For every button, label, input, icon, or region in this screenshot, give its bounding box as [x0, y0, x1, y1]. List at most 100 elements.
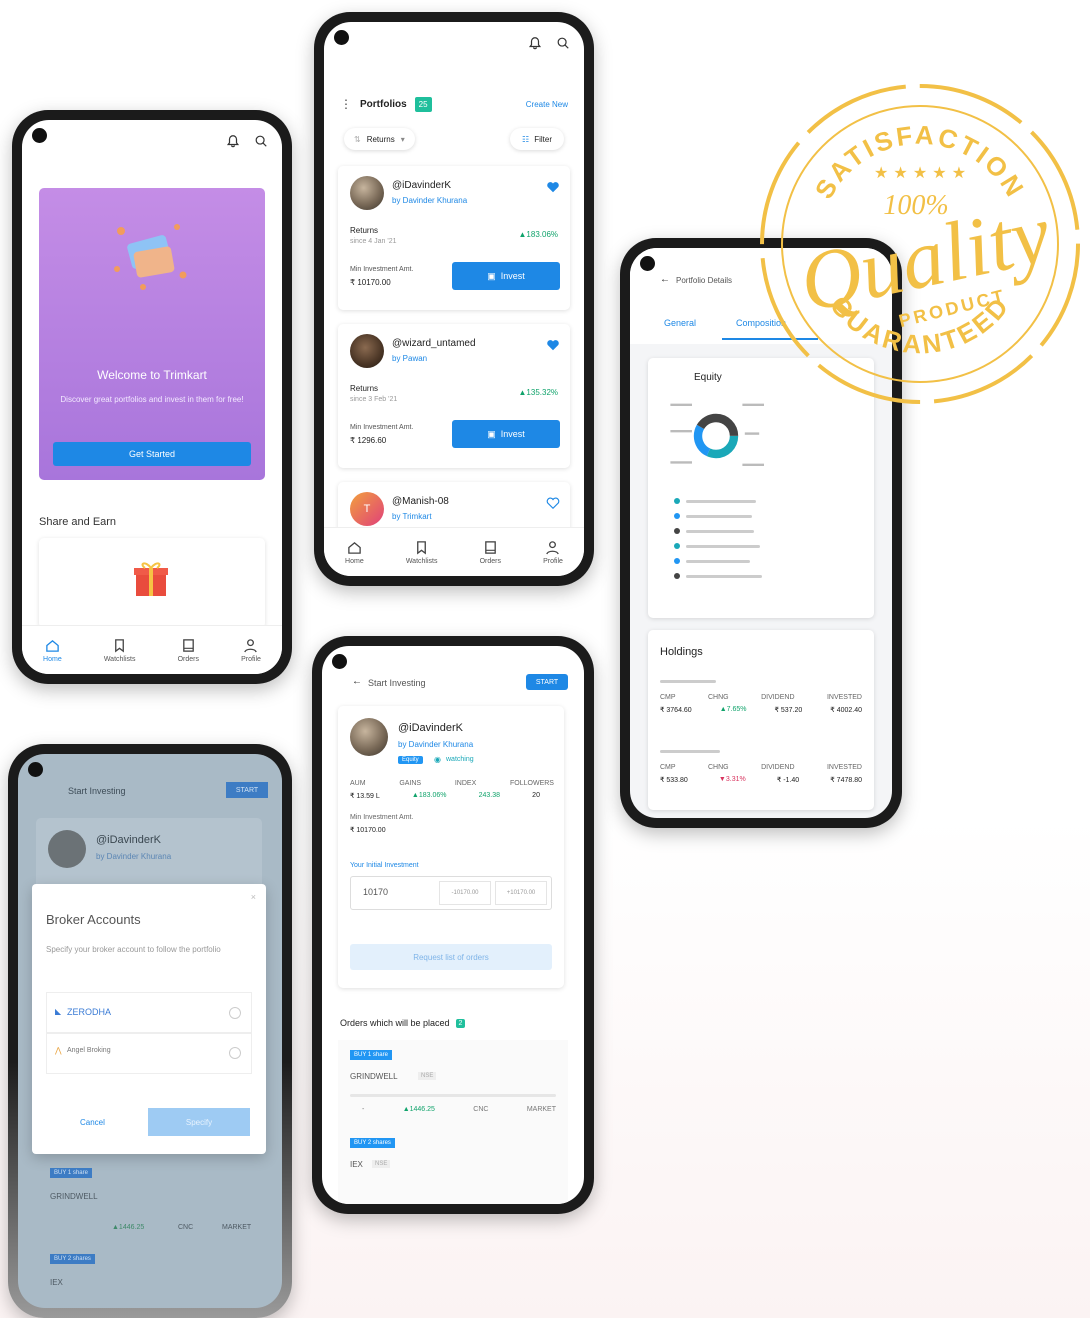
cancel-button[interactable]: Cancel — [80, 1118, 105, 1127]
portfolio-author: by Davinder Khurana — [392, 196, 468, 205]
front-camera — [32, 128, 47, 143]
broker-title: Broker Accounts — [46, 912, 141, 927]
index-value: 243.38 — [478, 792, 501, 799]
order-qty: - — [362, 1106, 365, 1113]
legend-text-line — [686, 499, 756, 503]
bottom-nav: Home Watchlists Orders Profile — [22, 625, 282, 674]
filter-icon: ☷ — [522, 134, 530, 144]
watching-label: watching — [446, 756, 474, 763]
legend-item — [674, 543, 762, 549]
nav-orders[interactable]: Orders — [178, 638, 199, 663]
decrease-button[interactable]: -10170.00 — [439, 881, 491, 905]
portfolio-card[interactable]: @iDavinderK by Davinder Khurana Returns … — [338, 166, 570, 310]
holding-row-1: CMP CHNG DIVIDEND INVESTED — [660, 694, 862, 701]
portfolios-title: Portfolios — [360, 98, 407, 110]
radio-button[interactable] — [229, 1007, 241, 1019]
bell-icon[interactable] — [226, 134, 240, 148]
invest-button[interactable]: ▣ Invest — [452, 262, 560, 290]
holding-invested-value: ₹ 7478.80 — [830, 777, 862, 784]
buy-badge: BUY 1 share — [50, 1168, 92, 1178]
avatar-letter: T — [363, 503, 371, 515]
returns-since: since 4 Jan '21 — [350, 238, 397, 245]
nav-profile[interactable]: Profile — [241, 638, 261, 663]
broker-option-zerodha[interactable]: ◣ ZERODHA — [46, 992, 252, 1034]
holding-name-line — [660, 680, 716, 683]
search-icon[interactable] — [556, 36, 570, 50]
holdings-title: Holdings — [660, 646, 703, 658]
holding-chng-value: ▼3.31% — [718, 776, 746, 783]
get-started-button[interactable]: Get Started — [53, 442, 251, 466]
increase-button[interactable]: +10170.00 — [495, 881, 547, 905]
orders-placed-label: Orders which will be placed — [340, 1018, 450, 1028]
holding-cmp-label: CMP — [660, 764, 676, 771]
start-min-label: Min Investment Amt. — [350, 814, 414, 821]
initial-investment-input[interactable]: 10170 -10170.00 +10170.00 — [350, 876, 552, 910]
briefcase-icon: ▣ — [487, 428, 496, 439]
holding-dividend-label: DIVIDEND — [761, 694, 795, 701]
invest-label: Invest — [500, 271, 525, 281]
start-title: Start Investing — [368, 678, 426, 688]
eye-icon: ◉ — [434, 755, 441, 764]
min-investment-value: ₹ 10170.00 — [350, 278, 391, 287]
nav-profile[interactable]: Profile — [543, 540, 563, 565]
filter-button[interactable]: ☷ Filter — [510, 128, 564, 150]
menu-dots-icon[interactable]: ⋮ — [340, 97, 352, 111]
share-earn-card[interactable] — [39, 538, 265, 628]
front-camera — [640, 256, 655, 271]
exchange-tag: NSE — [418, 1072, 437, 1080]
legend-text-line — [686, 574, 762, 578]
holding-invested-value: ₹ 4002.40 — [830, 707, 862, 714]
legend-dot — [674, 498, 680, 504]
orders-list: BUY 1 share GRINDWELL NSE - ▲1446.25 CNC… — [338, 1040, 568, 1204]
portfolio-card[interactable]: @wizard_untamed by Pawan Returns since 3… — [338, 324, 570, 468]
tab-general[interactable]: General — [664, 318, 696, 328]
request-orders-button[interactable]: Request list of orders — [350, 944, 552, 970]
nav-home[interactable]: Home — [345, 540, 364, 565]
heart-outline-icon[interactable] — [546, 496, 560, 510]
create-new-link[interactable]: Create New — [526, 100, 568, 109]
legend-text-line — [686, 529, 754, 533]
nav-watchlists[interactable]: Watchlists — [103, 638, 136, 663]
holding-invested-label: INVESTED — [826, 694, 862, 701]
portfolios-header: ⋮ Portfolios 25 Create New — [340, 94, 568, 114]
nav-orders[interactable]: Orders — [480, 540, 501, 565]
back-arrow-icon[interactable]: ← — [352, 676, 362, 687]
legend-dot — [674, 528, 680, 534]
home-screen: Welcome to Trimkart Discover great portf… — [22, 120, 282, 674]
index-label: INDEX — [454, 780, 477, 787]
specify-button[interactable]: Specify — [148, 1108, 250, 1136]
nav-watchlists[interactable]: Watchlists — [406, 540, 437, 565]
heart-icon[interactable] — [546, 180, 560, 194]
initial-investment-label: Your Initial Investment — [350, 862, 419, 869]
min-investment-label: Min Investment Amt. — [350, 424, 414, 431]
broker-option-angel[interactable]: ⋀ Angel Broking — [46, 1032, 252, 1074]
phone-start-investing: ← Start Investing START @iDavinderK by D… — [312, 636, 594, 1214]
portfolios-count-badge: 25 — [414, 96, 432, 112]
heart-icon[interactable] — [546, 338, 560, 352]
avatar — [350, 334, 384, 368]
bell-icon[interactable] — [528, 36, 542, 50]
holding-invested-label: INVESTED — [826, 764, 862, 771]
nav-orders-label: Orders — [177, 655, 199, 663]
zerodha-logo-icon: ◣ — [55, 1007, 62, 1016]
orders-icon — [484, 540, 496, 554]
nav-home[interactable]: Home — [43, 638, 62, 663]
close-icon[interactable]: × — [251, 892, 256, 902]
followers-label: FOLLOWERS — [510, 780, 554, 787]
nav-watchlists-label: Watchlists — [103, 655, 136, 663]
legend-text-line — [686, 544, 760, 548]
start-button[interactable]: START — [526, 674, 568, 690]
nav-profile-label: Profile — [543, 557, 563, 565]
start-button[interactable]: START — [226, 782, 268, 798]
search-icon[interactable] — [254, 134, 268, 148]
sort-icon: ⇅ — [354, 134, 361, 144]
start-title: Start Investing — [68, 786, 126, 796]
invest-button[interactable]: ▣ Invest — [452, 420, 560, 448]
exchange-tag: NSE — [372, 1160, 391, 1168]
portfolio-author: by Trimkart — [392, 512, 432, 521]
radio-button[interactable] — [229, 1047, 241, 1059]
back-arrow-icon[interactable]: ← — [660, 274, 670, 285]
front-camera — [28, 762, 43, 777]
home-icon — [46, 639, 59, 652]
returns-sort-button[interactable]: ⇅ Returns ▾ — [344, 128, 415, 150]
